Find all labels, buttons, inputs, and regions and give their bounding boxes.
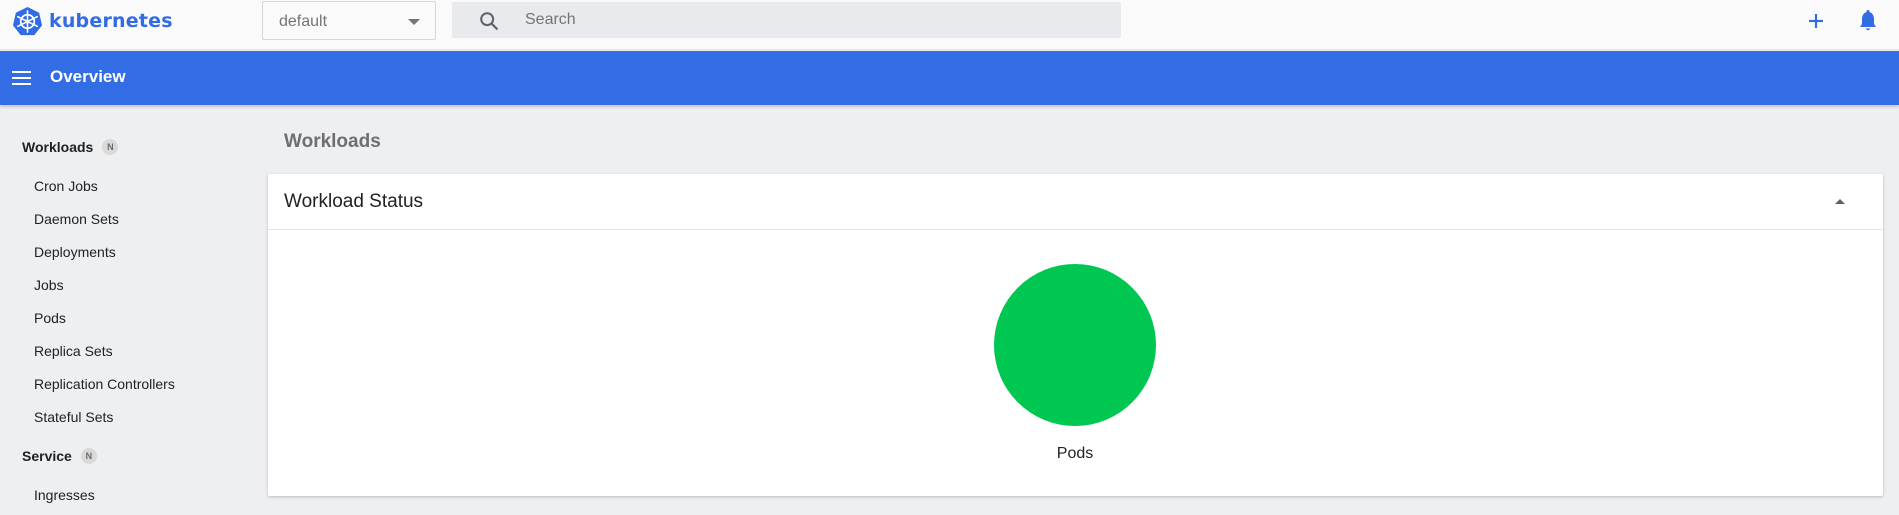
search-input[interactable] (525, 2, 1105, 38)
pods-pie-chart (994, 264, 1156, 426)
top-app-bar: kubernetes default (0, 0, 1899, 50)
sidebar-section-label: Service (22, 448, 72, 464)
namespace-value: default (279, 13, 328, 30)
sidebar-item-replication-controllers[interactable]: Replication Controllers (34, 376, 175, 392)
pie-chart-label: Pods (1056, 445, 1094, 462)
sidebar-section-service[interactable]: Service N (22, 448, 97, 464)
sidebar-item-replica-sets[interactable]: Replica Sets (34, 343, 113, 359)
search-bar (452, 2, 1121, 38)
namespaced-badge: N (80, 448, 97, 464)
kubernetes-helm-icon (12, 6, 43, 35)
logo-text: kubernetes (49, 10, 173, 32)
hamburger-menu-icon[interactable] (11, 68, 33, 88)
page-title-bar: Overview (0, 51, 1899, 105)
kubernetes-logo[interactable]: kubernetes (12, 5, 173, 37)
plus-icon[interactable] (1805, 10, 1827, 32)
section-heading: Workloads (284, 131, 381, 152)
sidebar-section-workloads[interactable]: Workloads N (22, 139, 119, 155)
sidebar-item-stateful-sets[interactable]: Stateful Sets (34, 409, 113, 425)
caret-up-icon[interactable] (1835, 199, 1845, 204)
sidebar-nav: Workloads N Cron Jobs Daemon Sets Deploy… (0, 105, 262, 515)
workload-status-card: Workload Status Pods (268, 174, 1883, 496)
sidebar-item-pods[interactable]: Pods (34, 310, 66, 326)
sidebar-item-ingresses[interactable]: Ingresses (34, 487, 95, 503)
card-header[interactable]: Workload Status (268, 174, 1883, 230)
page-title: Overview (50, 67, 126, 86)
pie-slice-0 (994, 264, 1156, 426)
bell-icon[interactable] (1857, 9, 1879, 33)
chevron-down-icon (408, 19, 420, 25)
sidebar-item-daemon-sets[interactable]: Daemon Sets (34, 211, 119, 227)
namespace-select[interactable]: default (262, 1, 436, 40)
search-icon (480, 12, 498, 30)
sidebar-section-label: Workloads (22, 139, 94, 155)
namespaced-badge: N (102, 139, 119, 155)
sidebar-item-deployments[interactable]: Deployments (34, 244, 116, 260)
sidebar-item-jobs[interactable]: Jobs (34, 277, 64, 293)
sidebar-item-cron-jobs[interactable]: Cron Jobs (34, 178, 98, 194)
card-title: Workload Status (284, 191, 424, 212)
